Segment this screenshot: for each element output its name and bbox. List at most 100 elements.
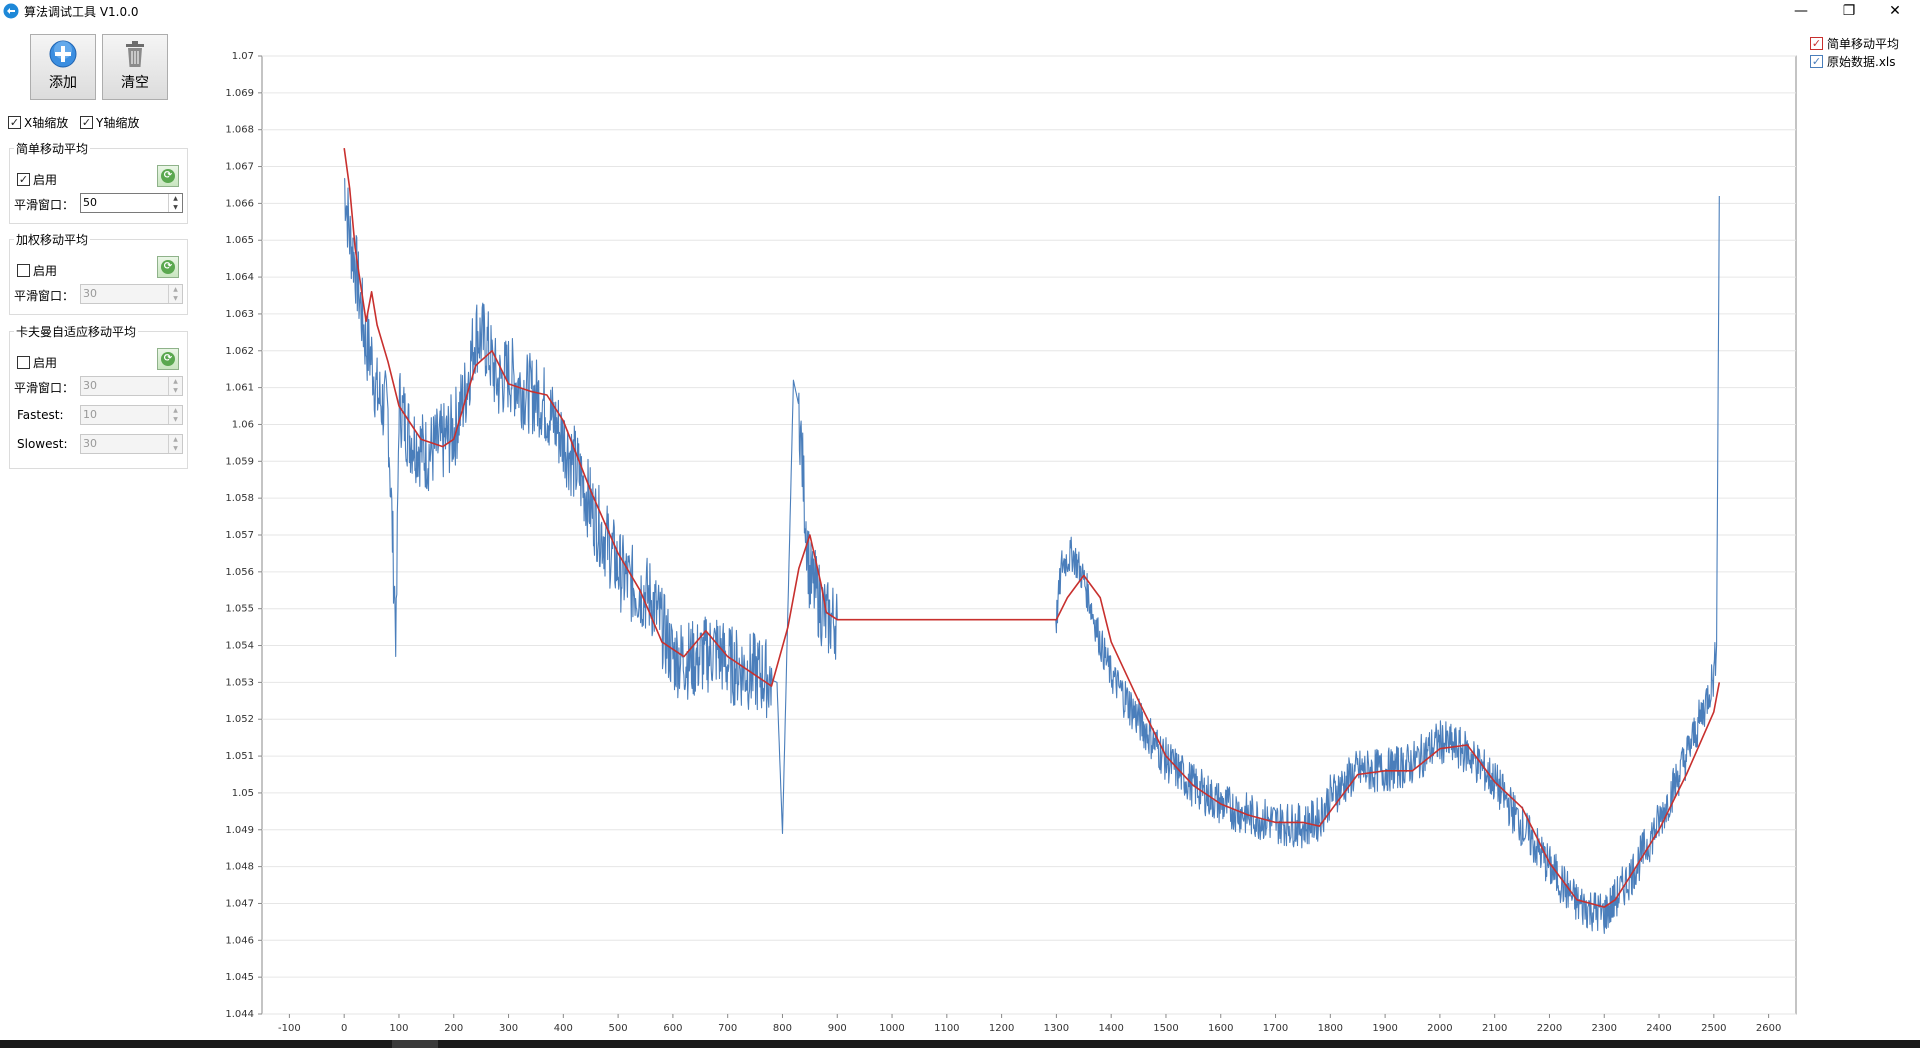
y-tick-label: 1.049 bbox=[225, 825, 254, 836]
window-title: 算法调试工具 V1.0.0 bbox=[24, 4, 139, 19]
spinner-arrows[interactable]: ▲ ▼ bbox=[168, 194, 182, 212]
kama-slowest-spinner[interactable]: 30 ▲ ▼ bbox=[80, 434, 183, 454]
kama-window-spinner[interactable]: 30 ▲ ▼ bbox=[80, 376, 183, 396]
y-tick-label: 1.064 bbox=[225, 272, 254, 283]
taskbar-segment bbox=[392, 1040, 438, 1048]
wma-enable-row[interactable]: 启用 bbox=[17, 262, 57, 279]
kama-group: 卡夫曼自适应移动平均 ⟳ 启用 平滑窗口： 30 ▲ ▼ Fastest: 10 … bbox=[9, 323, 188, 469]
y-tick-label: 1.065 bbox=[225, 235, 254, 246]
y-tick-label: 1.045 bbox=[225, 972, 254, 983]
refresh-icon: ⟳ bbox=[161, 169, 175, 183]
kama-window-value: 30 bbox=[83, 379, 97, 392]
kama-slowest-value: 30 bbox=[83, 437, 97, 450]
close-button[interactable]: ✕ bbox=[1872, 0, 1918, 22]
line-chart[interactable]: 1.044 1.045 1.046 1.047 1.048 1.049 1.05 1.051 1… bbox=[210, 32, 1810, 1040]
kama-slowest-label: Slowest: bbox=[17, 437, 68, 451]
spin-up-icon[interactable]: ▲ bbox=[169, 406, 182, 415]
y-tick-label: 1.063 bbox=[225, 309, 254, 320]
spin-down-icon[interactable]: ▼ bbox=[169, 444, 182, 453]
x-tick-label: 2500 bbox=[1701, 1023, 1726, 1034]
x-tick-label: 700 bbox=[718, 1023, 737, 1034]
x-tick-label: 1800 bbox=[1318, 1023, 1343, 1034]
y-tick-label: 1.066 bbox=[225, 198, 254, 209]
x-tick-label: 800 bbox=[773, 1023, 792, 1034]
kama-fastest-spinner[interactable]: 10 ▲ ▼ bbox=[80, 405, 183, 425]
legend-raw-label: 原始数据.xls bbox=[1827, 54, 1896, 69]
x-tick-label: 1100 bbox=[934, 1023, 959, 1034]
y-zoom-checkbox-row[interactable]: ✓ Y轴缩放 bbox=[80, 114, 139, 131]
x-tick-label: 600 bbox=[663, 1023, 682, 1034]
add-icon bbox=[49, 40, 77, 68]
trash-icon bbox=[126, 41, 144, 67]
y-zoom-checkbox[interactable]: ✓ bbox=[80, 116, 93, 129]
y-tick-label: 1.048 bbox=[225, 862, 254, 873]
spinner-arrows[interactable]: ▲ ▼ bbox=[168, 285, 182, 303]
sma-enable-row[interactable]: ✓ 启用 bbox=[17, 171, 57, 188]
y-tick-label: 1.062 bbox=[225, 346, 254, 357]
x-tick-label: 2400 bbox=[1646, 1023, 1671, 1034]
spin-up-icon[interactable]: ▲ bbox=[169, 194, 182, 203]
add-button-label: 添加 bbox=[49, 75, 77, 91]
sma-window-value: 50 bbox=[83, 196, 97, 209]
chart-area[interactable]: 1.044 1.045 1.046 1.047 1.048 1.049 1.05 1.051 1… bbox=[210, 32, 1920, 1040]
kama-enable-row[interactable]: 启用 bbox=[17, 354, 57, 371]
y-tick-label: 1.057 bbox=[225, 530, 254, 541]
spin-up-icon[interactable]: ▲ bbox=[169, 435, 182, 444]
sma-enable-label: 启用 bbox=[33, 173, 58, 187]
x-zoom-checkbox-row[interactable]: ✓ X轴缩放 bbox=[8, 114, 68, 131]
y-tick-label: 1.058 bbox=[225, 493, 254, 504]
x-tick-label: 1600 bbox=[1208, 1023, 1233, 1034]
wma-enable-checkbox[interactable] bbox=[17, 264, 30, 277]
main-area: 添加 清空 ✓ X轴缩放 ✓ Y轴缩放 简单移动平均 ⟳ ✓ 启用 平滑窗口： … bbox=[0, 22, 1920, 1040]
kama-fastest-value: 10 bbox=[83, 408, 97, 421]
y-tick-label: 1.061 bbox=[225, 383, 254, 394]
spin-down-icon[interactable]: ▼ bbox=[169, 294, 182, 303]
y-tick-label: 1.056 bbox=[225, 567, 254, 578]
spin-down-icon[interactable]: ▼ bbox=[169, 203, 182, 212]
y-tick-label: 1.054 bbox=[225, 641, 254, 652]
x-tick-label: 100 bbox=[389, 1023, 408, 1034]
kama-apply-button[interactable]: ⟳ bbox=[157, 348, 179, 370]
kama-fastest-label: Fastest: bbox=[17, 408, 64, 422]
sma-window-spinner[interactable]: 50 ▲ ▼ bbox=[80, 193, 183, 213]
legend-item-sma[interactable]: ✓ 简单移动平均 bbox=[1810, 34, 1899, 52]
spin-up-icon[interactable]: ▲ bbox=[169, 285, 182, 294]
y-tick-label: 1.07 bbox=[232, 51, 254, 62]
y-tick-label: 1.059 bbox=[225, 456, 254, 467]
minimize-button[interactable]: — bbox=[1778, 0, 1824, 22]
x-zoom-checkbox[interactable]: ✓ bbox=[8, 116, 21, 129]
sma-apply-button[interactable]: ⟳ bbox=[157, 165, 179, 187]
clear-button[interactable]: 清空 bbox=[102, 34, 168, 100]
x-tick-label: 1000 bbox=[879, 1023, 904, 1034]
spin-down-icon[interactable]: ▼ bbox=[169, 415, 182, 424]
x-tick-label: 900 bbox=[828, 1023, 847, 1034]
sma-enable-checkbox[interactable]: ✓ bbox=[17, 173, 30, 186]
sma-group-title: 简单移动平均 bbox=[14, 140, 91, 157]
wma-apply-button[interactable]: ⟳ bbox=[157, 256, 179, 278]
x-tick-label: 1300 bbox=[1044, 1023, 1069, 1034]
kama-enable-checkbox[interactable] bbox=[17, 356, 30, 369]
add-button[interactable]: 添加 bbox=[30, 34, 96, 100]
restore-button[interactable]: ❐ bbox=[1826, 0, 1872, 22]
x-tick-label: 2100 bbox=[1482, 1023, 1507, 1034]
y-tick-label: 1.05 bbox=[232, 788, 254, 799]
legend-item-raw[interactable]: ✓ 原始数据.xls bbox=[1810, 52, 1899, 70]
spin-down-icon[interactable]: ▼ bbox=[169, 386, 182, 395]
wma-window-spinner[interactable]: 30 ▲ ▼ bbox=[80, 284, 183, 304]
y-tick-label: 1.053 bbox=[225, 677, 254, 688]
wma-window-value: 30 bbox=[83, 287, 97, 300]
spinner-arrows[interactable]: ▲ ▼ bbox=[168, 377, 182, 395]
y-tick-label: 1.067 bbox=[225, 162, 254, 173]
x-tick-label: 2200 bbox=[1537, 1023, 1562, 1034]
legend-sma-checkbox[interactable]: ✓ bbox=[1810, 36, 1823, 50]
spin-up-icon[interactable]: ▲ bbox=[169, 377, 182, 386]
left-panel: 添加 清空 ✓ X轴缩放 ✓ Y轴缩放 简单移动平均 ⟳ ✓ 启用 平滑窗口： … bbox=[0, 22, 196, 1040]
legend-raw-checkbox[interactable]: ✓ bbox=[1810, 54, 1823, 68]
wma-group-title: 加权移动平均 bbox=[14, 231, 91, 248]
spinner-arrows[interactable]: ▲ ▼ bbox=[168, 406, 182, 424]
spinner-arrows[interactable]: ▲ ▼ bbox=[168, 435, 182, 453]
wma-group: 加权移动平均 ⟳ 启用 平滑窗口： 30 ▲ ▼ bbox=[9, 231, 188, 315]
y-zoom-label: Y轴缩放 bbox=[96, 116, 140, 130]
y-tick-label: 1.052 bbox=[225, 714, 254, 725]
wma-enable-label: 启用 bbox=[33, 264, 58, 278]
